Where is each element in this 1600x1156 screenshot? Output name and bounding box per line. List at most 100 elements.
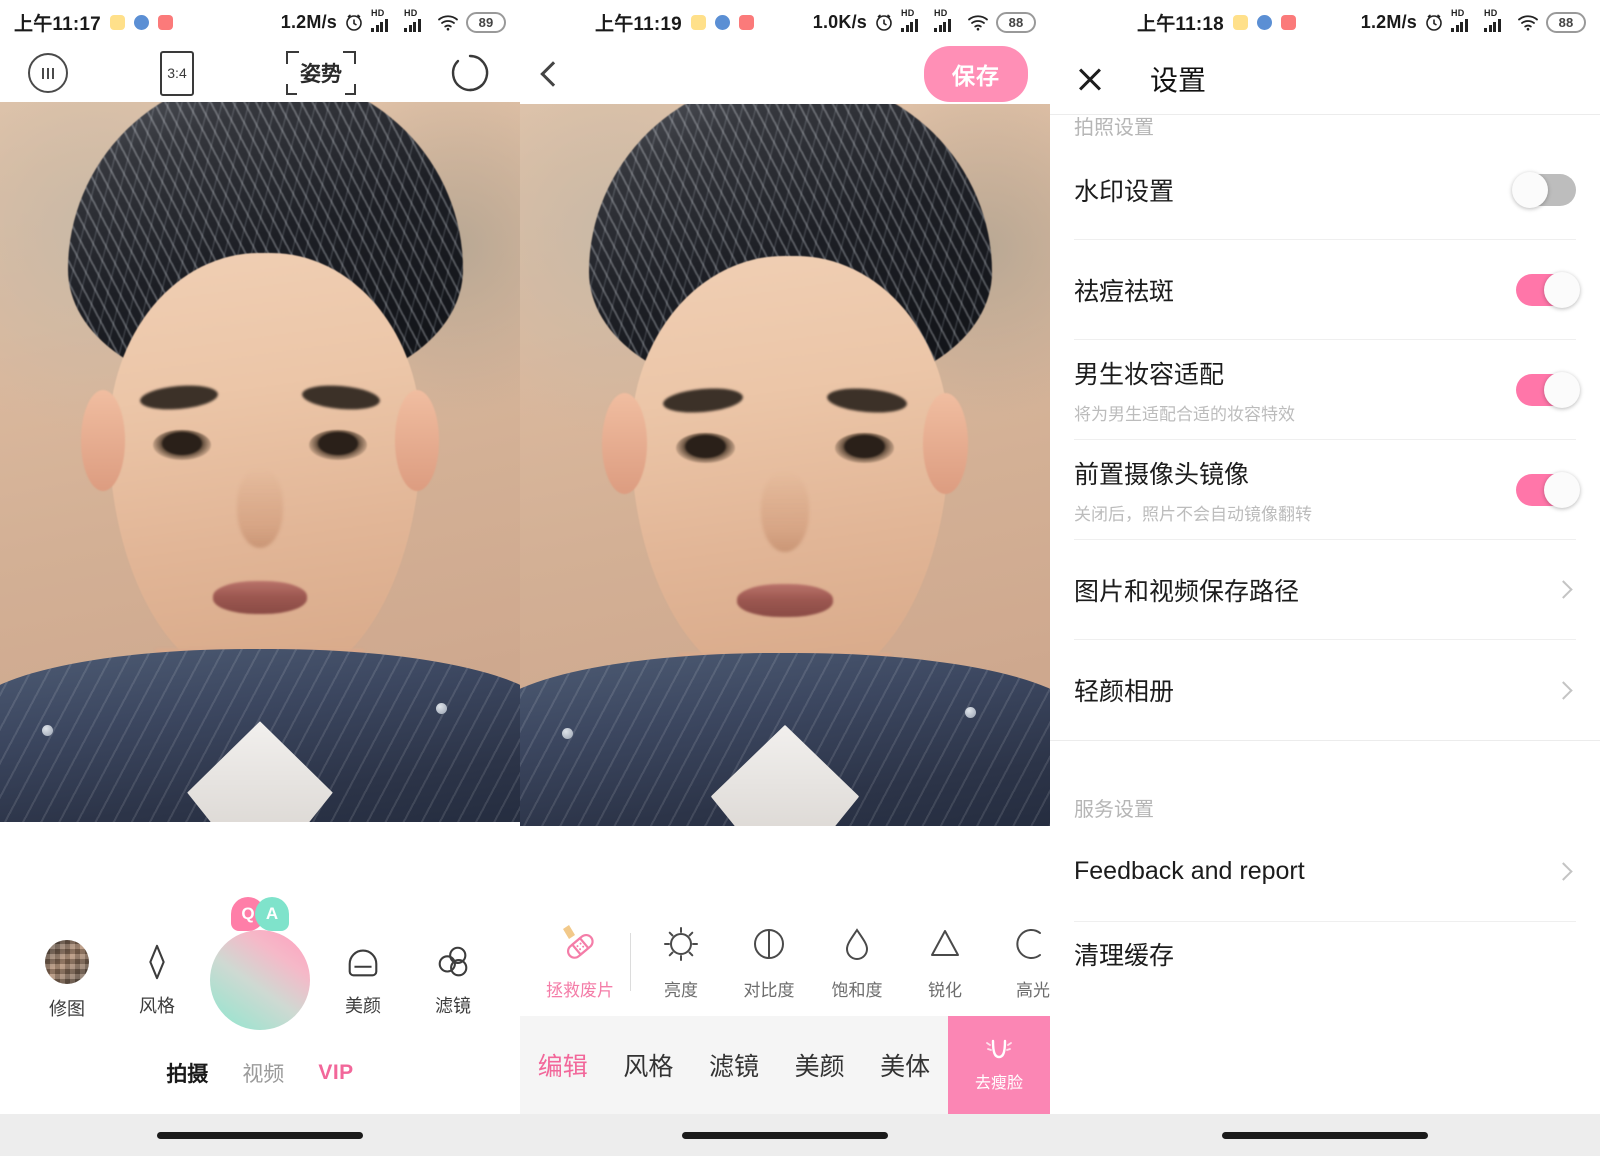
tool-divider bbox=[630, 933, 631, 991]
tool-contrast[interactable]: 对比度 bbox=[725, 924, 813, 1001]
signal-icon: HD bbox=[901, 8, 927, 33]
home-indicator-area bbox=[1050, 1114, 1600, 1156]
camera-control-beauty[interactable]: 美颜 bbox=[326, 943, 400, 1018]
editor-preview-photo bbox=[520, 104, 1050, 826]
tab-vip[interactable]: VIP bbox=[318, 1061, 353, 1085]
pose-button[interactable]: 姿势 bbox=[286, 51, 356, 95]
battery-icon: 88 bbox=[996, 11, 1036, 33]
status-bar-left: 上午11:17 bbox=[14, 9, 173, 36]
save-button[interactable]: 保存 bbox=[924, 46, 1028, 102]
face-beauty-icon bbox=[348, 949, 378, 976]
wifi-icon bbox=[438, 15, 458, 31]
tab-photo[interactable]: 拍摄 bbox=[166, 1058, 208, 1088]
tool-sharpen[interactable]: 锐化 bbox=[901, 924, 989, 1001]
camera-preview-photo bbox=[0, 102, 520, 822]
app-chip-yellow-icon bbox=[690, 14, 706, 30]
camera-control-filter[interactable]: 滤镜 bbox=[416, 943, 490, 1018]
setting-title: 前置摄像头镜像 bbox=[1074, 460, 1250, 489]
setting-row-acne-removal[interactable]: 祛痘祛斑 bbox=[1074, 240, 1580, 340]
setting-title: 轻颜相册 bbox=[1074, 678, 1175, 706]
home-indicator-area bbox=[520, 1114, 1050, 1156]
setting-row-watermark[interactable]: 水印设置 bbox=[1074, 140, 1576, 240]
setting-row-text: 轻颜相册 bbox=[1074, 672, 1174, 708]
tab-beauty[interactable]: 美颜 bbox=[777, 1047, 863, 1083]
status-time: 上午11:17 bbox=[14, 13, 101, 35]
setting-row-male-makeup[interactable]: 男生妆容适配 将为男生适配合适的妆容特效 bbox=[1074, 340, 1580, 440]
tool-rescue-photo[interactable]: 拯救废片 bbox=[536, 924, 624, 1001]
contrast-circle-icon bbox=[749, 924, 789, 964]
toggle-watermark[interactable] bbox=[1512, 171, 1576, 208]
alarm-icon bbox=[346, 14, 362, 31]
alarm-icon bbox=[1426, 14, 1442, 31]
tab-filter[interactable]: 滤镜 bbox=[691, 1047, 777, 1083]
camera-bottom-controls: Q A 修图 风格 美颜 滤镜 拍摄 视频 VIP bbox=[0, 823, 520, 1156]
setting-row-text: 图片和视频保存路径 bbox=[1074, 572, 1299, 608]
home-indicator[interactable] bbox=[157, 1131, 363, 1139]
signal-icon: HD bbox=[371, 8, 397, 33]
pose-label: 姿势 bbox=[300, 63, 342, 86]
three-phone-screenshots: 上午11:17 1.2M/s HD HD 89 3:4 姿势 Q A 修图 风格… bbox=[0, 0, 1600, 1156]
status-bar-right: 1.2M/s HD HD bbox=[1360, 8, 1586, 33]
battery-level: 89 bbox=[478, 14, 494, 30]
network-speed: 1.2M/s bbox=[280, 11, 337, 32]
tab-body[interactable]: 美体 bbox=[862, 1047, 948, 1083]
camera-control-style[interactable]: 风格 bbox=[120, 943, 194, 1018]
slim-face-icon bbox=[986, 1039, 1012, 1059]
setting-row-text: 水印设置 bbox=[1074, 172, 1174, 208]
app-chip-red-icon bbox=[1280, 14, 1296, 30]
setting-row-save-path[interactable]: 图片和视频保存路径 bbox=[1074, 540, 1576, 640]
qa-a-bubble: A bbox=[255, 897, 289, 931]
tab-video[interactable]: 视频 bbox=[242, 1058, 284, 1088]
settings-screen: 上午11:18 1.2M/s HD HD 88 设置 拍照设置 水印设置 祛痘祛… bbox=[1050, 0, 1600, 1156]
tool-label: 拯救废片 bbox=[546, 980, 614, 1000]
tool-saturation[interactable]: 饱和度 bbox=[813, 924, 901, 1001]
sparkle-icon bbox=[149, 944, 165, 979]
tab-edit[interactable]: 编辑 bbox=[520, 1047, 606, 1083]
setting-row-feedback[interactable]: Feedback and report bbox=[1074, 822, 1576, 922]
setting-row-album[interactable]: 轻颜相册 bbox=[1074, 640, 1576, 740]
tab-style[interactable]: 风格 bbox=[606, 1047, 692, 1083]
home-indicator[interactable] bbox=[1222, 1131, 1428, 1139]
toggle-acne-removal[interactable] bbox=[1516, 271, 1580, 308]
tool-label: 对比度 bbox=[743, 980, 795, 1000]
setting-row-front-camera-mirror[interactable]: 前置摄像头镜像 关闭后，照片不会自动镜像翻转 bbox=[1074, 440, 1580, 540]
app-chip-red-icon bbox=[157, 14, 173, 30]
back-icon[interactable] bbox=[540, 61, 566, 87]
editor-tool-strip: 拯救废片 亮度 对比度 饱和度 锐化 高光 bbox=[520, 908, 1050, 1016]
tool-label: 饱和度 bbox=[831, 980, 883, 1000]
group-gap bbox=[1050, 741, 1600, 781]
photo-thumbnail-icon bbox=[45, 939, 89, 984]
filter-circles-icon bbox=[438, 946, 468, 976]
status-bar-editor: 上午11:19 1.0K/s HD HD 88 bbox=[520, 0, 1050, 44]
status-time: 上午11:19 bbox=[595, 13, 682, 35]
aspect-ratio-button[interactable]: 3:4 bbox=[160, 50, 194, 96]
setting-subtitle: 关闭后，照片不会自动镜像翻转 bbox=[1074, 504, 1312, 524]
camera-control-label: 修图 bbox=[49, 998, 85, 1019]
setting-row-text: 清理缓存 bbox=[1074, 936, 1174, 972]
setting-row-clear-cache[interactable]: 清理缓存 bbox=[1074, 922, 1576, 986]
tool-highlight[interactable]: 高光 bbox=[989, 924, 1050, 1001]
toggle-front-camera-mirror[interactable] bbox=[1516, 471, 1580, 508]
camera-settings-icon[interactable] bbox=[28, 53, 68, 93]
camera-control-retouch[interactable]: 修图 bbox=[30, 939, 104, 1021]
shutter-button[interactable] bbox=[210, 930, 310, 1030]
settings-scroll-area[interactable]: 拍照设置 水印设置 祛痘祛斑 男生妆容适配 将为男生适配合适的妆容特效 前置摄像… bbox=[1050, 71, 1600, 1114]
tool-brightness[interactable]: 亮度 bbox=[637, 924, 725, 1001]
app-chip-blue-icon bbox=[1256, 14, 1272, 30]
toggle-male-makeup[interactable] bbox=[1516, 371, 1580, 408]
hd-label: HD bbox=[1451, 8, 1465, 18]
tool-label: 高光 bbox=[1016, 980, 1050, 1000]
hd-label: HD bbox=[934, 8, 948, 18]
chevron-right-icon bbox=[1554, 862, 1573, 881]
qa-badge-icon[interactable]: Q A bbox=[231, 897, 289, 931]
camera-control-row: 修图 风格 美颜 滤镜 bbox=[0, 930, 520, 1030]
app-chip-blue-icon bbox=[714, 14, 730, 30]
flip-camera-icon[interactable] bbox=[448, 51, 492, 95]
signal-icon: HD bbox=[1484, 8, 1510, 33]
setting-title: Feedback and report bbox=[1074, 857, 1305, 885]
home-indicator[interactable] bbox=[682, 1131, 888, 1139]
setting-row-text: Feedback and report bbox=[1074, 857, 1305, 886]
slim-face-button[interactable]: 去瘦脸 bbox=[947, 1016, 1050, 1114]
network-speed: 1.2M/s bbox=[1360, 11, 1417, 32]
setting-title: 清理缓存 bbox=[1074, 942, 1175, 970]
